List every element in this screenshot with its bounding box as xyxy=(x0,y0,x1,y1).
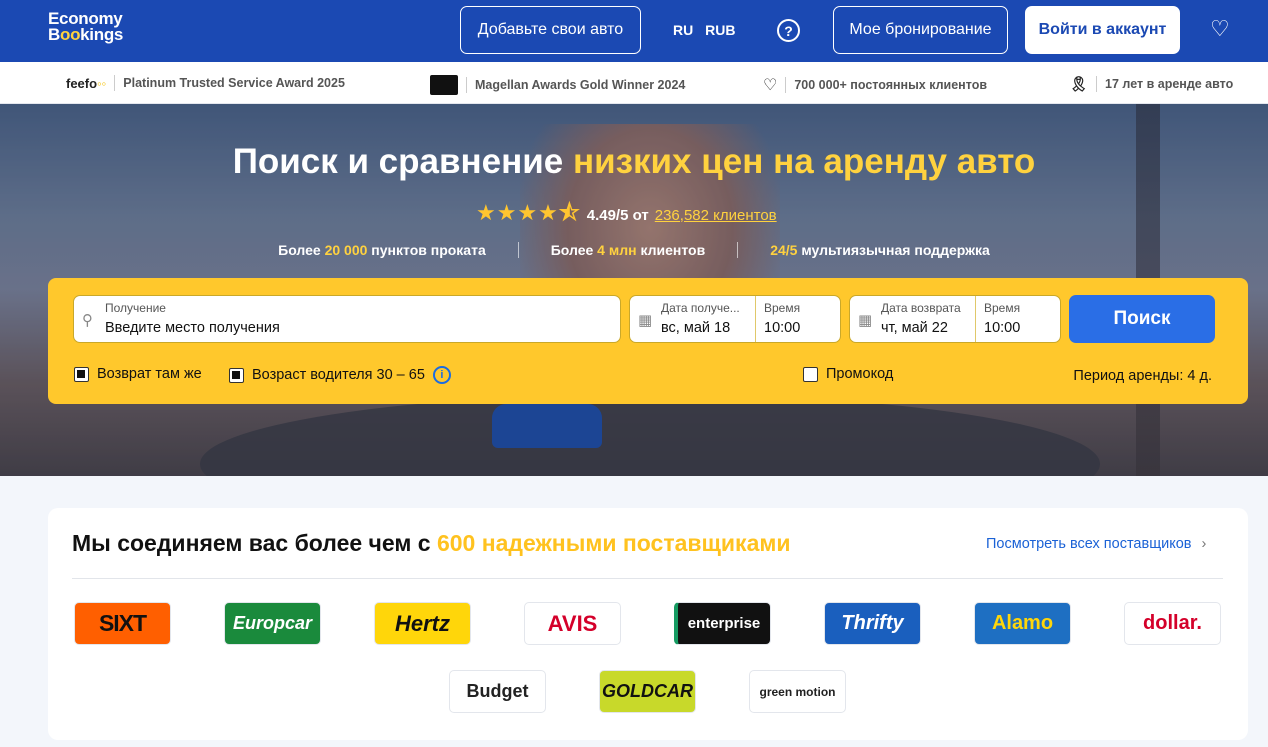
promo-label: Промокод xyxy=(826,366,894,382)
years-text: 17 лет в аренде авто xyxy=(1105,77,1234,91)
driver-age-label: Возраст водителя 30 – 65 xyxy=(252,367,425,383)
avis-logo[interactable]: AVIS xyxy=(524,602,621,645)
checkbox-checked[interactable] xyxy=(74,366,89,382)
heart-icon: ♡ xyxy=(763,77,778,94)
return-date-input[interactable]: чт, май 22 xyxy=(881,320,948,336)
pickup-datetime-field: ▦ Дата получе... вс, май 18 Время 10:00 xyxy=(629,295,841,343)
my-booking-button[interactable]: Мое бронирование xyxy=(833,6,1008,54)
logo-line-2: Bookings xyxy=(48,25,124,44)
goldcar-logo[interactable]: GOLDCAR xyxy=(599,670,696,713)
promo-code-checkbox[interactable]: Промокод xyxy=(803,366,893,382)
clients-text: 700 000+ постоянных клиентов xyxy=(794,78,988,92)
magellan-award-text: Magellan Awards Gold Winner 2024 xyxy=(475,78,686,92)
pickup-date-input[interactable]: вс, май 18 xyxy=(661,320,730,336)
same-return-label: Возврат там же xyxy=(97,366,202,382)
hero-stats: Более 20 000 пунктов проката Более 4 млн… xyxy=(0,242,1268,258)
magellan-award: Magellan Awards Gold Winner 2024 xyxy=(430,75,685,95)
driver-age-checkbox[interactable]: Возраст водителя 30 – 65 i xyxy=(229,366,451,384)
view-all-suppliers-link[interactable]: Посмотреть всех поставщиков › xyxy=(986,536,1206,552)
suppliers-title: Мы соединяем вас более чем с 600 надежны… xyxy=(72,530,791,556)
pickup-input[interactable]: Введите место получения xyxy=(105,320,280,336)
award-ribbon-icon: 🎗 xyxy=(1069,76,1089,93)
stat-support: 24/5 мультиязычная поддержка xyxy=(770,242,990,258)
budget-logo[interactable]: Budget xyxy=(449,670,546,713)
location-pin-icon: ⚲ xyxy=(82,312,93,329)
rating-value: 4.49/5 от xyxy=(586,206,649,224)
alamo-logo[interactable]: Alamo xyxy=(974,602,1071,645)
thrifty-logo[interactable]: Thrifty xyxy=(824,602,921,645)
return-time-label: Время xyxy=(984,301,1021,315)
same-return-checkbox[interactable]: Возврат там же xyxy=(74,366,202,382)
sixt-logo[interactable]: SIXT xyxy=(74,602,171,645)
checkbox-unchecked[interactable] xyxy=(803,366,818,382)
feefo-award: feefo◦◦ Platinum Trusted Service Award 2… xyxy=(66,75,345,91)
years-stat: 🎗 17 лет в аренде авто xyxy=(1069,75,1233,93)
heart-icon[interactable]: ♡ xyxy=(1210,17,1230,41)
return-time-field[interactable]: Время 10:00 xyxy=(975,296,1061,342)
return-date-label: Дата возврата xyxy=(881,301,961,315)
language-currency-selector[interactable]: RU RUB xyxy=(673,22,735,38)
top-navigation-bar: Economy Bookings Добавьте свои авто RU R… xyxy=(0,0,1268,62)
europcar-logo[interactable]: Europcar xyxy=(224,602,321,645)
pickup-label: Получение xyxy=(105,301,166,315)
pickup-date-label: Дата получе... xyxy=(661,301,740,315)
pickup-time-input[interactable]: 10:00 xyxy=(764,320,800,336)
magellan-logo xyxy=(430,75,458,95)
enterprise-logo[interactable]: enterprise xyxy=(674,602,771,645)
return-datetime-field: ▦ Дата возврата чт, май 22 Время 10:00 xyxy=(849,295,1061,343)
rating-summary: ★★★★⯪ 4.49/5 от 236,582 клиентов xyxy=(476,196,777,234)
star-rating-icon: ★★★★⯪ xyxy=(476,200,581,225)
add-your-car-button[interactable]: Добавьте свои авто xyxy=(460,6,641,54)
feefo-award-text: Platinum Trusted Service Award 2025 xyxy=(123,76,345,90)
pickup-location-field[interactable]: ⚲ Получение Введите место получения xyxy=(73,295,621,343)
economybookings-logo[interactable]: Economy Bookings xyxy=(48,10,124,44)
trust-strip: feefo◦◦ Platinum Trusted Service Award 2… xyxy=(0,62,1268,104)
return-time-input[interactable]: 10:00 xyxy=(984,320,1020,336)
suppliers-card: Мы соединяем вас более чем с 600 надежны… xyxy=(48,508,1248,740)
pickup-time-field[interactable]: Время 10:00 xyxy=(755,296,841,342)
stat-clients: Более 4 млн клиентов xyxy=(519,242,739,258)
search-button[interactable]: Поиск xyxy=(1069,295,1215,343)
clients-stat: ♡ 700 000+ постоянных клиентов xyxy=(763,75,987,95)
stat-locations: Более 20 000 пунктов проката xyxy=(246,242,519,258)
dollar-logo[interactable]: dollar. xyxy=(1124,602,1221,645)
green-motion-logo[interactable]: green motion xyxy=(749,670,846,713)
rental-period: Период аренды: 4 д. xyxy=(1073,368,1212,384)
info-icon[interactable]: i xyxy=(432,366,451,384)
feefo-logo: feefo◦◦ xyxy=(66,75,107,91)
chevron-right-icon: › xyxy=(1201,536,1207,552)
reviews-link[interactable]: 236,582 клиентов xyxy=(655,207,777,224)
pickup-time-label: Время xyxy=(764,301,801,315)
hertz-logo[interactable]: Hertz xyxy=(374,602,471,645)
checkbox-checked[interactable] xyxy=(229,367,244,383)
calendar-icon: ▦ xyxy=(638,312,653,329)
calendar-icon: ▦ xyxy=(858,312,873,329)
search-form: ⚲ Получение Введите место получения ▦ Да… xyxy=(48,278,1248,404)
hero-title: Поиск и сравнение низких цен на аренду а… xyxy=(232,142,1036,181)
login-button[interactable]: Войти в аккаунт xyxy=(1025,6,1180,54)
help-circle-icon[interactable]: ? xyxy=(777,19,800,42)
